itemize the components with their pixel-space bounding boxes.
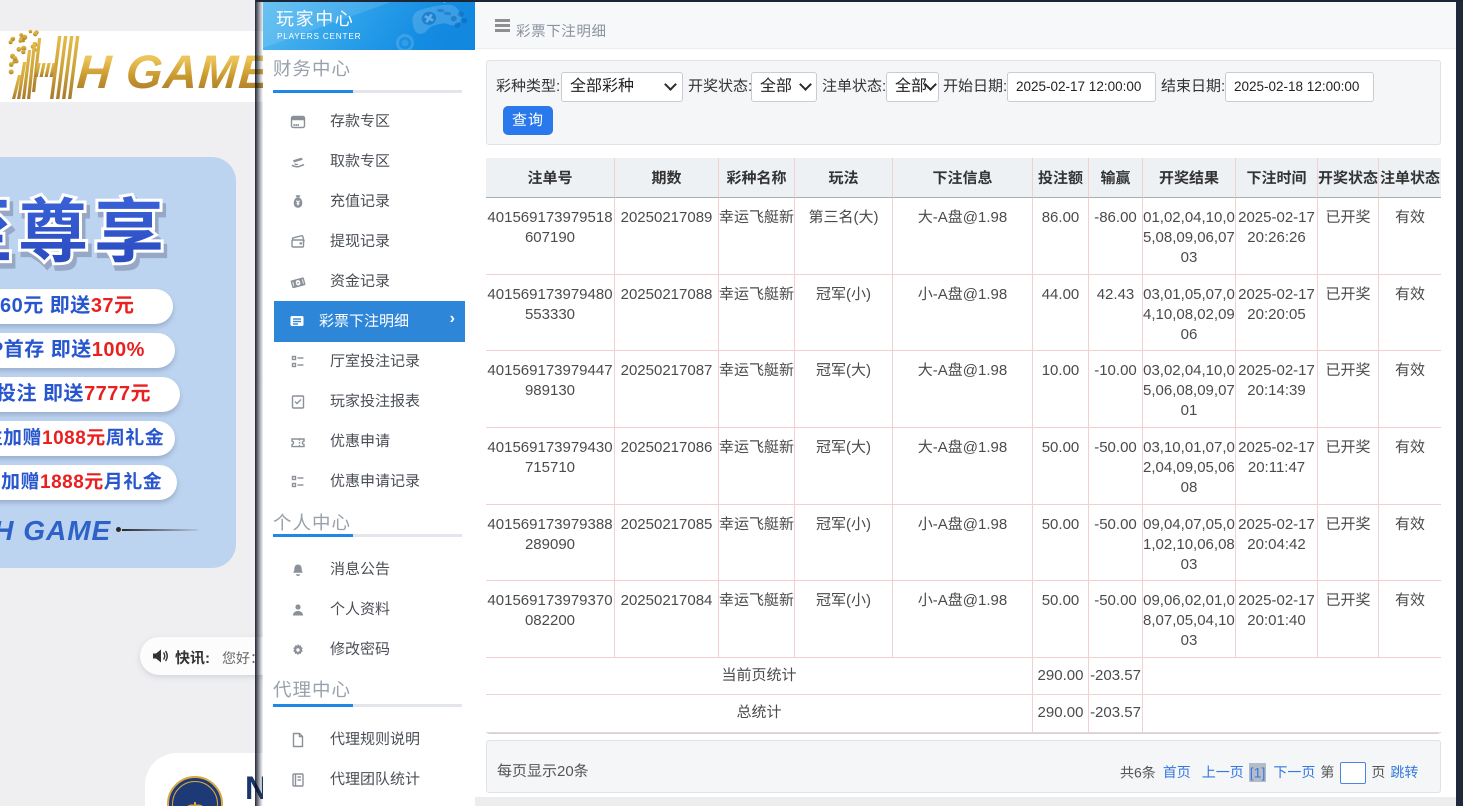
svg-text:H GAME: H GAME [75,45,263,98]
svg-text:至尊享: 至尊享 [0,176,170,277]
